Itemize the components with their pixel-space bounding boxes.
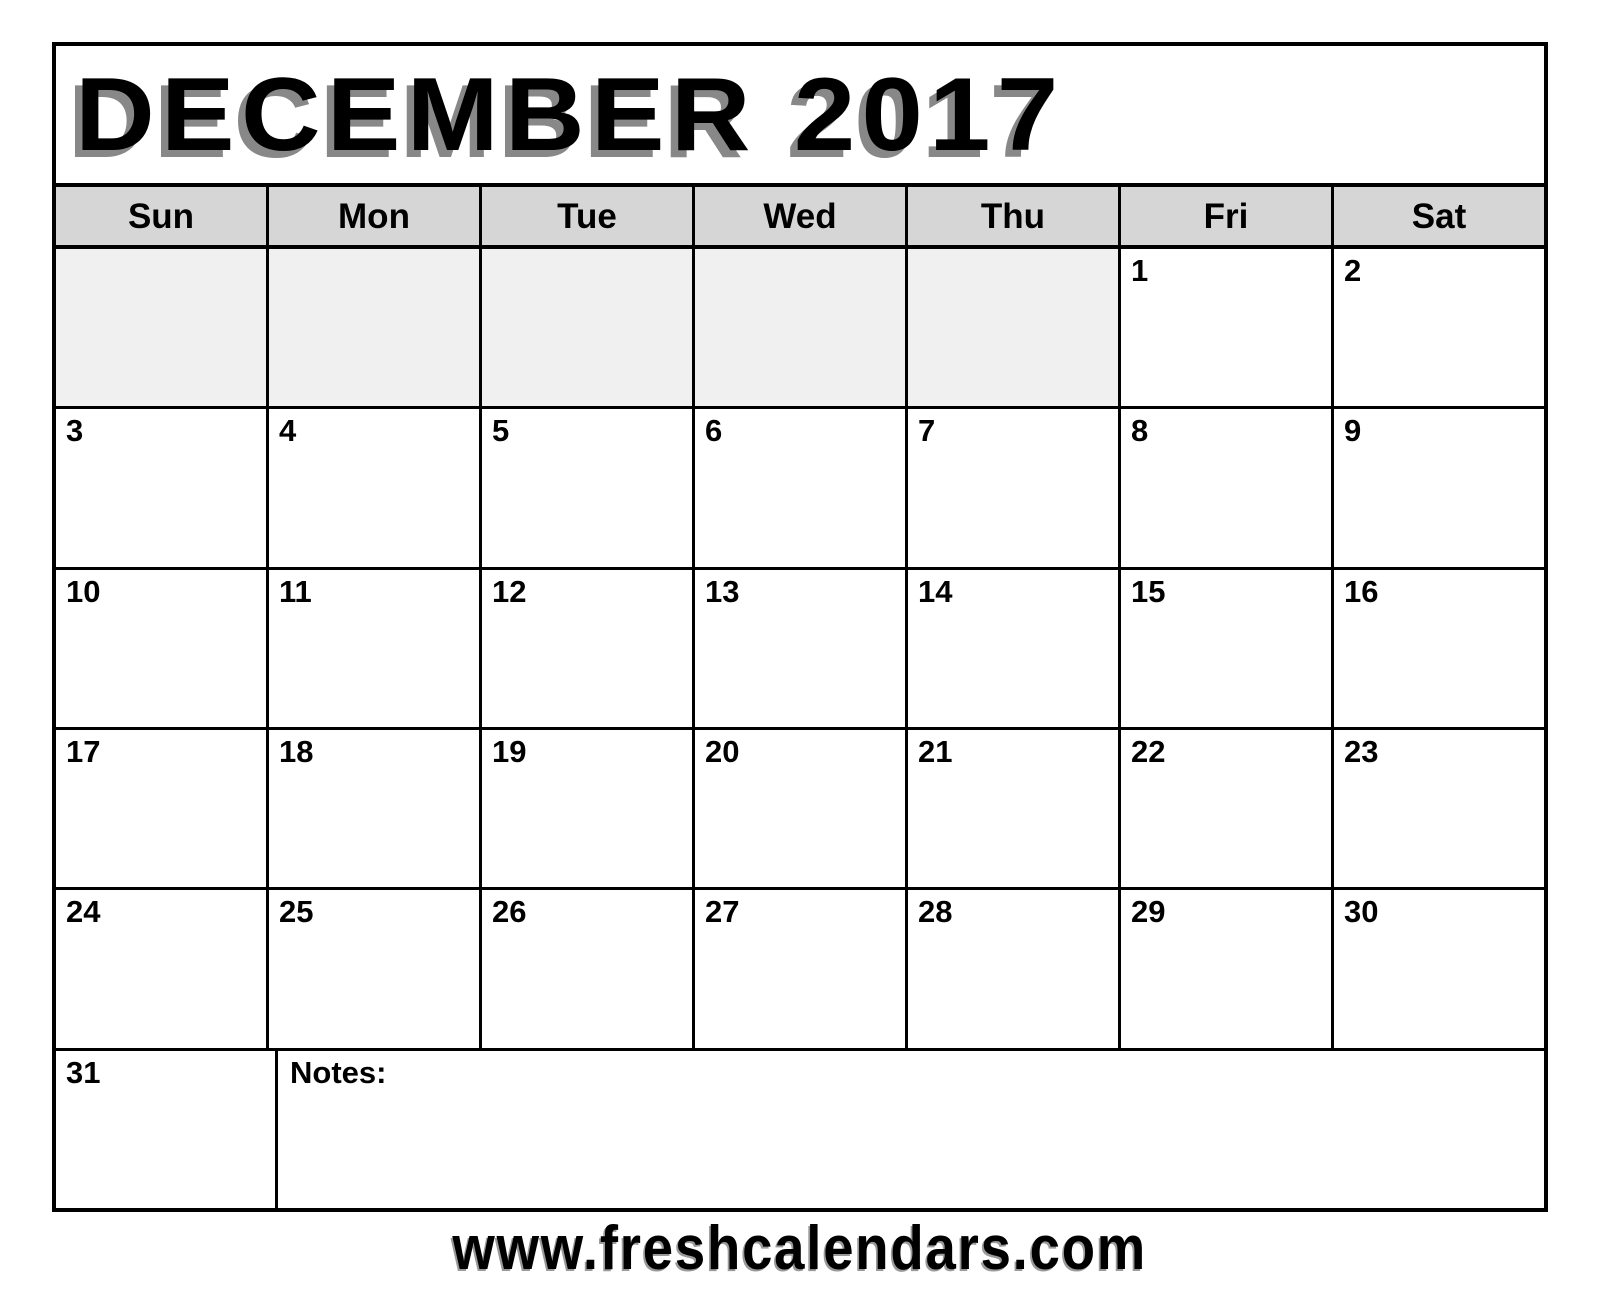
- day-cell[interactable]: 18: [269, 729, 482, 888]
- day-cell[interactable]: 6: [695, 409, 908, 567]
- day-number: 28: [918, 894, 953, 930]
- weekday-header-tue: Tue: [482, 187, 695, 245]
- weekday-header-mon: Mon: [269, 187, 482, 245]
- day-cell[interactable]: 22: [1121, 729, 1334, 888]
- day-number: 20: [705, 733, 740, 769]
- weekday-header-sun: Sun: [56, 187, 269, 245]
- day-cell[interactable]: 25: [269, 890, 482, 1048]
- day-number: 3: [66, 413, 84, 449]
- footer-website-url[interactable]: www.freshcalendars.com: [453, 1218, 1148, 1280]
- day-number: 14: [918, 573, 953, 609]
- day-cell[interactable]: 14: [908, 569, 1121, 727]
- day-number: 8: [1131, 413, 1149, 449]
- week-row: 17 18 19 20 21 22 23: [56, 729, 1544, 891]
- day-cell[interactable]: 20: [695, 729, 908, 888]
- page-title: DECEMBER 2017: [75, 56, 1065, 173]
- day-cell[interactable]: 10: [56, 569, 269, 727]
- notes-label: Notes:: [290, 1054, 387, 1090]
- day-number: 5: [492, 413, 510, 449]
- day-number: 10: [66, 573, 101, 609]
- day-number: 18: [279, 733, 314, 769]
- weekday-header-fri: Fri: [1121, 187, 1334, 245]
- weekday-label: Tue: [557, 196, 617, 236]
- day-cell[interactable]: 23: [1334, 729, 1544, 888]
- day-cell[interactable]: 13: [695, 569, 908, 727]
- day-cell[interactable]: 19: [482, 729, 695, 888]
- weekday-header-row: Sun Mon Tue Wed Thu Fri Sat: [56, 187, 1544, 249]
- week-row: 24 25 26 27 28 29 30: [56, 890, 1544, 1051]
- day-cell[interactable]: 30: [1334, 890, 1544, 1048]
- day-cell[interactable]: 4: [269, 409, 482, 567]
- day-number: 16: [1344, 573, 1379, 609]
- day-cell[interactable]: 26: [482, 890, 695, 1048]
- day-number: 4: [279, 413, 297, 449]
- day-number: 17: [66, 733, 101, 769]
- day-cell[interactable]: 1: [1121, 249, 1334, 407]
- week-row: 3 4 5 6 7 8 9: [56, 409, 1544, 570]
- day-number: 27: [705, 894, 740, 930]
- weekday-label: Sun: [127, 196, 195, 236]
- day-number: 2: [1344, 253, 1362, 288]
- day-cell-empty[interactable]: [482, 249, 695, 407]
- day-number: 29: [1131, 894, 1166, 930]
- day-cell[interactable]: 5: [482, 409, 695, 567]
- weekday-label: Mon: [338, 196, 410, 236]
- day-cell[interactable]: 17: [56, 729, 269, 888]
- notes-area[interactable]: Notes:: [278, 1050, 1544, 1208]
- day-cell[interactable]: 21: [908, 729, 1121, 888]
- day-cell[interactable]: 16: [1334, 569, 1544, 727]
- day-cell-empty[interactable]: [269, 249, 482, 407]
- day-cell[interactable]: 12: [482, 569, 695, 727]
- day-cell[interactable]: 24: [56, 890, 269, 1048]
- week-row: 10 11 12 13 14 15 16: [56, 569, 1544, 730]
- day-cell-empty[interactable]: [908, 249, 1121, 407]
- day-number: 25: [279, 894, 314, 930]
- week-row: 1 2: [56, 249, 1544, 410]
- day-cell[interactable]: 31: [56, 1050, 278, 1208]
- weekday-header-wed: Wed: [695, 187, 908, 245]
- day-number: 23: [1344, 733, 1379, 769]
- day-cell[interactable]: 28: [908, 890, 1121, 1048]
- day-number: 31: [66, 1054, 101, 1090]
- day-number: 7: [918, 413, 936, 449]
- day-cell[interactable]: 27: [695, 890, 908, 1048]
- weekday-label: Sat: [1411, 196, 1467, 236]
- day-cell[interactable]: 29: [1121, 890, 1334, 1048]
- day-number: 6: [705, 413, 723, 449]
- day-number: 15: [1131, 573, 1166, 609]
- week-row-notes: 31 Notes:: [56, 1050, 1544, 1208]
- day-number: 1: [1131, 253, 1149, 288]
- calendar-page: DECEMBER 2017 Sun Mon Tue Wed Thu Fri Sa…: [0, 0, 1600, 1304]
- weekday-label: Wed: [763, 196, 837, 236]
- calendar-title-band: DECEMBER 2017: [56, 46, 1544, 187]
- day-number: 11: [279, 573, 312, 609]
- day-number: 26: [492, 894, 527, 930]
- day-number: 30: [1344, 894, 1379, 930]
- day-cell[interactable]: 9: [1334, 409, 1544, 567]
- day-cell[interactable]: 15: [1121, 569, 1334, 727]
- weekday-label: Fri: [1203, 196, 1249, 236]
- calendar-frame: DECEMBER 2017 Sun Mon Tue Wed Thu Fri Sa…: [52, 42, 1548, 1212]
- day-cell-empty[interactable]: [695, 249, 908, 407]
- day-number: 12: [492, 573, 527, 609]
- day-number: 21: [918, 733, 953, 769]
- day-number: 19: [492, 733, 527, 769]
- weekday-label: Thu: [980, 196, 1046, 236]
- day-number: 9: [1344, 413, 1362, 449]
- footer: www.freshcalendars.com: [0, 1218, 1600, 1280]
- day-number: 24: [66, 894, 101, 930]
- day-cell-empty[interactable]: [56, 249, 269, 407]
- weekday-header-sat: Sat: [1334, 187, 1544, 245]
- day-cell[interactable]: 7: [908, 409, 1121, 567]
- calendar-weeks-grid: 1 2 3 4 5 6 7 8 9 10 11 12 13 14 15 16 1…: [56, 249, 1544, 1208]
- day-cell[interactable]: 11: [269, 569, 482, 727]
- day-cell[interactable]: 2: [1334, 249, 1544, 407]
- weekday-header-thu: Thu: [908, 187, 1121, 245]
- day-number: 13: [705, 573, 740, 609]
- day-number: 22: [1131, 733, 1166, 769]
- day-cell[interactable]: 3: [56, 409, 269, 567]
- day-cell[interactable]: 8: [1121, 409, 1334, 567]
